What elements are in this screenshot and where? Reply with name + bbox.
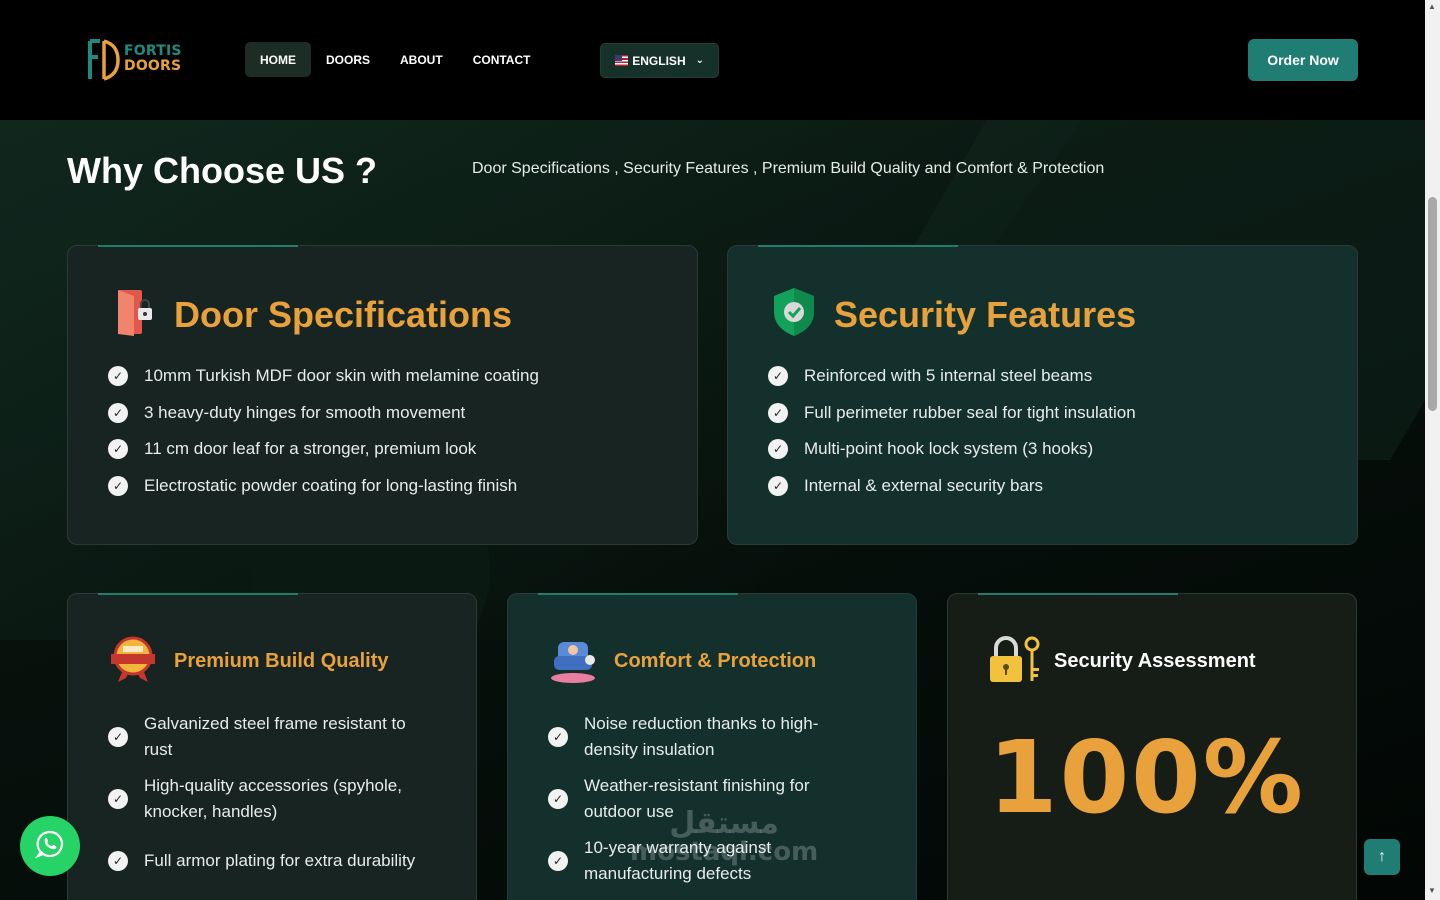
list-item: ✓ Reinforced with 5 internal steel beams	[768, 358, 1136, 395]
check-icon: ✓	[108, 475, 128, 496]
list-item-text: Galvanized steel frame resistant to rust	[144, 714, 406, 759]
card-header: Premium Build Quality	[108, 634, 388, 689]
check-icon: ✓	[108, 789, 128, 809]
card-title: Door Specifications	[174, 293, 513, 335]
arrow-up-icon: ↑	[1378, 848, 1386, 865]
assessment-value: 100%	[988, 719, 1305, 836]
check-icon: ✓	[768, 366, 788, 387]
section-title: Why Choose US ?	[67, 150, 378, 191]
chevron-down-icon: ⌄	[695, 55, 704, 66]
list-item-text: Full perimeter rubber seal for tight ins…	[804, 402, 1136, 422]
site-header: FORTIS DOORS HOME DOORS ABOUT CONTACT EN…	[0, 0, 1425, 120]
list-item-text: 10mm Turkish MDF door skin with melamine…	[144, 366, 539, 386]
language-selector[interactable]: ENGLISH ⌄	[600, 43, 719, 78]
check-icon: ✓	[548, 789, 568, 809]
main-nav: HOME DOORS ABOUT CONTACT	[245, 42, 545, 77]
watermark-domain: mostaql.com	[630, 837, 819, 867]
check-icon: ✓	[108, 439, 128, 460]
door-lock-icon	[112, 286, 156, 343]
order-now-button[interactable]: Order Now	[1248, 39, 1358, 81]
check-icon: ✓	[108, 402, 128, 423]
check-icon: ✓	[768, 475, 788, 496]
list-item: ✓ 3 heavy-duty hinges for smooth movement	[108, 395, 539, 432]
nav-home[interactable]: HOME	[245, 42, 311, 77]
feature-list: ✓ Reinforced with 5 internal steel beams …	[768, 358, 1136, 504]
card-header: Door Specifications	[112, 286, 512, 343]
check-icon: ✓	[548, 851, 568, 871]
nav-about[interactable]: ABOUT	[385, 42, 458, 77]
security-assessment-card: Security Assessment 100%	[947, 593, 1357, 900]
card-title: Security Assessment	[1054, 650, 1256, 672]
feature-list: ✓ 10mm Turkish MDF door skin with melamin…	[108, 358, 539, 504]
watermark-arabic: مستقل	[669, 806, 779, 841]
high-quality-badge-icon	[108, 634, 158, 689]
check-icon: ✓	[108, 727, 128, 747]
shield-check-icon	[772, 286, 816, 343]
language-label: ENGLISH	[632, 53, 686, 68]
us-flag-icon	[615, 55, 629, 66]
scrollbar-thumb[interactable]	[1428, 197, 1437, 411]
list-item-text: 11 cm door leaf for a stronger, premium …	[144, 439, 477, 459]
security-features-card: Security Features ✓ Reinforced with 5 int…	[727, 245, 1358, 545]
card-title: Premium Build Quality	[174, 650, 389, 672]
check-icon: ✓	[548, 727, 568, 747]
card-header: Comfort & Protection	[548, 634, 816, 689]
whatsapp-icon	[34, 829, 65, 864]
list-item-text: 3 heavy-duty hinges for smooth movement	[144, 402, 466, 422]
premium-build-quality-card: Premium Build Quality ✓ Galvanized steel …	[67, 593, 477, 900]
card-title: Security Features	[834, 293, 1137, 335]
list-item-text: Reinforced with 5 internal steel beams	[804, 366, 1093, 386]
watermark: مستقل mostaql.com	[630, 806, 819, 867]
list-item: ✓ Multi-point hook lock system (3 hooks)	[768, 431, 1136, 468]
list-item: ✓ 10mm Turkish MDF door skin with melamin…	[108, 358, 539, 395]
list-item-text: High-quality accessories (spyhole, knock…	[144, 776, 402, 821]
list-item: ✓ Full perimeter rubber seal for tight in…	[768, 395, 1136, 432]
nav-contact[interactable]: CONTACT	[458, 42, 546, 77]
list-item: ✓ Internal & external security bars	[768, 468, 1136, 505]
brand-line1: FORTIS	[124, 43, 182, 59]
page-scrollbar[interactable]: ▲ ▼	[1425, 0, 1440, 900]
whatsapp-button[interactable]	[20, 816, 80, 876]
check-icon: ✓	[768, 402, 788, 423]
list-item: ✓ 11 cm door leaf for a stronger, premium…	[108, 431, 539, 468]
check-icon: ✓	[108, 366, 128, 387]
list-item-text: Full armor plating for extra durability	[144, 851, 416, 870]
list-item-text: Electrostatic powder coating for long-la…	[144, 475, 518, 495]
armchair-icon	[548, 634, 598, 689]
check-icon: ✓	[108, 851, 128, 871]
feature-list: ✓ Galvanized steel frame resistant to rus…	[108, 706, 428, 892]
back-to-top-button[interactable]: ↑	[1364, 839, 1400, 875]
list-item: ✓ Electrostatic powder coating for long-l…	[108, 468, 539, 505]
scroll-up-icon[interactable]: ▲	[1428, 2, 1436, 11]
list-item: ✓ High-quality accessories (spyhole, knoc…	[108, 768, 428, 830]
list-item-text: Internal & external security bars	[804, 475, 1044, 495]
padlock-key-icon	[988, 634, 1042, 689]
card-header: Security Assessment	[988, 634, 1256, 689]
card-header: Security Features	[772, 286, 1136, 343]
list-item-text: Noise reduction thanks to high-density i…	[584, 714, 819, 759]
nav-doors[interactable]: DOORS	[311, 42, 385, 77]
list-item: ✓ Noise reduction thanks to high-density …	[548, 706, 868, 768]
card-title: Comfort & Protection	[614, 650, 817, 672]
door-specifications-card: Door Specifications ✓ 10mm Turkish MDF do…	[67, 245, 698, 545]
scroll-down-icon[interactable]: ▼	[1428, 886, 1436, 895]
check-icon: ✓	[768, 439, 788, 460]
list-item: ✓ Galvanized steel frame resistant to rus…	[108, 706, 428, 768]
brand-name: FORTIS DOORS	[124, 44, 182, 74]
section-subtitle: Door Specifications , Security Features …	[472, 160, 1105, 177]
logo-mark-icon	[86, 35, 120, 83]
brand-logo[interactable]: FORTIS DOORS	[86, 34, 182, 84]
list-item-text: Multi-point hook lock system (3 hooks)	[804, 439, 1094, 459]
brand-line2: DOORS	[124, 58, 182, 74]
list-item: ✓ Full armor plating for extra durability	[108, 830, 428, 892]
